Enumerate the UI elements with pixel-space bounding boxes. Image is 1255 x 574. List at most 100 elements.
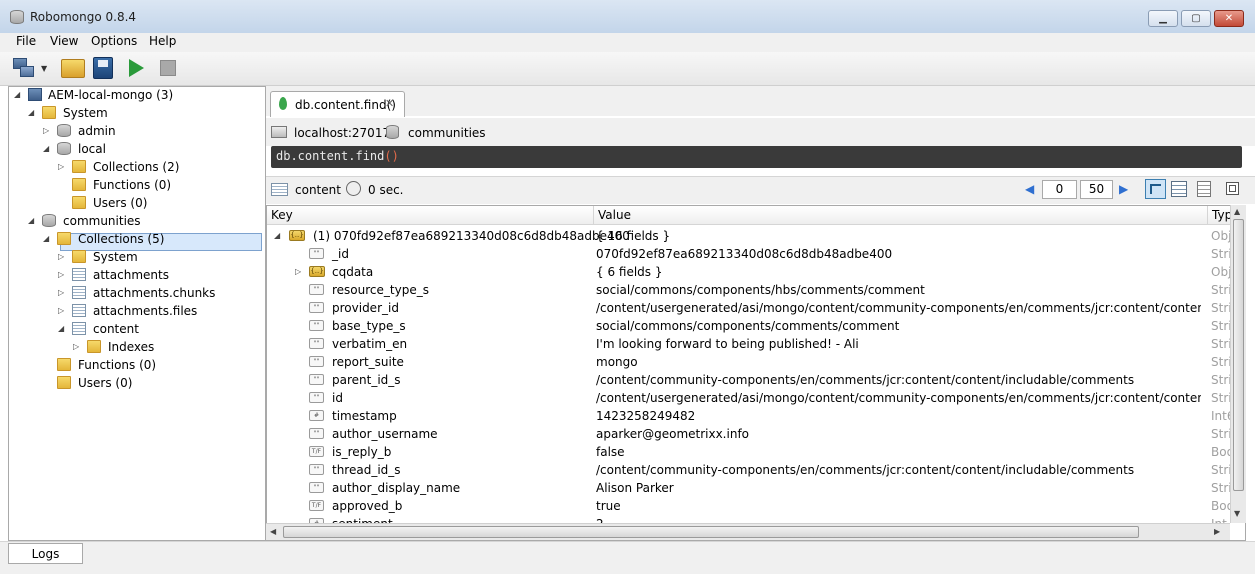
collapsed-arrow-icon[interactable]: ▷	[58, 158, 64, 176]
collection-icon	[72, 268, 86, 281]
table-row[interactable]: "" _id 070fd92ef87ea689213340d08c6d8db48…	[267, 245, 1245, 263]
tree-label: AEM-local-mongo (3)	[48, 88, 174, 102]
maximize-button[interactable]: ▢	[1181, 10, 1211, 27]
folder-icon	[72, 196, 86, 209]
table-row[interactable]: "" verbatim_en I'm looking forward to be…	[267, 335, 1245, 353]
row-value: aparker@geometrixx.info	[596, 427, 750, 441]
object-icon: {..}	[289, 230, 305, 241]
table-row[interactable]: ◢ {..} (1) 070fd92ef87ea689213340d08c6d8…	[267, 227, 1245, 245]
row-key: cqdata	[332, 265, 374, 279]
table-row[interactable]: "" author_display_name Alison Parker Str…	[267, 479, 1245, 497]
string-icon: ""	[309, 302, 324, 313]
scroll-left-icon[interactable]: ◀	[270, 527, 276, 536]
vertical-scroll-thumb[interactable]	[1233, 219, 1244, 491]
string-icon: ""	[309, 482, 324, 493]
tree-label: attachments.files	[93, 304, 198, 318]
expanded-arrow-icon[interactable]: ◢	[28, 104, 34, 122]
row-key: parent_id_s	[332, 373, 401, 387]
database-label: communities	[408, 126, 486, 140]
table-row[interactable]: "" parent_id_s /content/community-compon…	[267, 371, 1245, 389]
clock-icon	[346, 181, 361, 196]
table-row[interactable]: "" thread_id_s /content/community-compon…	[267, 461, 1245, 479]
menu-options[interactable]: Options	[91, 34, 137, 48]
menu-view[interactable]: View	[50, 34, 78, 48]
expanded-arrow-icon[interactable]: ◢	[43, 140, 49, 158]
table-row[interactable]: T/F approved_b true Boo	[267, 497, 1245, 515]
close-button[interactable]: ✕	[1214, 10, 1244, 27]
close-tab-icon[interactable]: ✕	[385, 97, 394, 110]
row-key: id	[332, 391, 343, 405]
folder-icon	[72, 178, 86, 191]
boolean-icon: T/F	[309, 446, 324, 457]
table-row[interactable]: "" provider_id /content/usergenerated/as…	[267, 299, 1245, 317]
table-row[interactable]: "" resource_type_s social/commons/compon…	[267, 281, 1245, 299]
collapsed-arrow-icon[interactable]: ▷	[58, 284, 64, 302]
scroll-down-icon[interactable]: ▼	[1234, 509, 1240, 518]
page-size-input[interactable]: 50	[1080, 180, 1113, 199]
open-folder-icon[interactable]	[61, 59, 85, 78]
scroll-right-icon[interactable]: ▶	[1214, 527, 1220, 536]
tab-bar	[266, 86, 1255, 116]
query-text[interactable]: db.content.find()	[276, 149, 399, 163]
expanded-arrow-icon[interactable]: ◢	[274, 227, 280, 245]
row-value: /content/usergenerated/asi/mongo/content…	[596, 391, 1201, 405]
collapsed-arrow-icon[interactable]: ▷	[295, 263, 301, 281]
horizontal-scrollbar[interactable]: ◀ ▶	[266, 523, 1230, 540]
app-icon	[10, 10, 24, 24]
number-icon: #	[309, 410, 324, 421]
table-row[interactable]: ▷ {..} cqdata { 6 fields } Obj	[267, 263, 1245, 281]
expanded-arrow-icon[interactable]: ◢	[28, 212, 34, 230]
connect-icon[interactable]	[13, 58, 35, 78]
menu-file[interactable]: File	[16, 34, 36, 48]
stop-icon[interactable]	[160, 60, 176, 76]
tree-label: Functions (0)	[93, 178, 172, 192]
collapsed-arrow-icon[interactable]: ▷	[58, 248, 64, 266]
table-row[interactable]: "" report_suite mongo Stri	[267, 353, 1245, 371]
bottom-bar	[0, 541, 1255, 574]
title-bar	[0, 0, 1255, 34]
collapsed-arrow-icon[interactable]: ▷	[58, 302, 64, 320]
horizontal-scroll-thumb[interactable]	[283, 526, 1139, 538]
collapsed-arrow-icon[interactable]: ▷	[58, 266, 64, 284]
query-tab[interactable]: db.content.find() ✕	[270, 91, 405, 117]
vertical-scrollbar[interactable]: ▲ ▼	[1230, 205, 1246, 523]
page-next-icon[interactable]: ▶	[1119, 182, 1128, 196]
collection-icon	[271, 183, 288, 196]
save-icon[interactable]	[93, 57, 113, 79]
expanded-arrow-icon[interactable]: ◢	[14, 86, 20, 104]
query-function: db.content.find	[276, 149, 385, 163]
table-view-icon[interactable]	[1171, 181, 1187, 197]
database-icon	[42, 214, 56, 227]
collapsed-arrow-icon[interactable]: ▷	[43, 122, 49, 140]
folder-icon	[42, 106, 56, 119]
text-view-icon[interactable]	[1197, 181, 1211, 197]
row-key: is_reply_b	[332, 445, 392, 459]
menu-help[interactable]: Help	[149, 34, 176, 48]
table-row[interactable]: "" author_username aparker@geometrixx.in…	[267, 425, 1245, 443]
toolbar: ▼	[0, 52, 1255, 86]
page-prev-icon[interactable]: ◀	[1025, 182, 1034, 196]
chevron-down-icon[interactable]: ▼	[41, 64, 47, 73]
logs-tab[interactable]: Logs	[8, 543, 83, 564]
table-row[interactable]: T/F is_reply_b false Boo	[267, 443, 1245, 461]
table-row[interactable]: "" id /content/usergenerated/asi/mongo/c…	[267, 389, 1245, 407]
row-key: thread_id_s	[332, 463, 401, 477]
string-icon: ""	[309, 338, 324, 349]
folder-icon	[57, 232, 71, 245]
minimize-button[interactable]: ▁	[1148, 10, 1178, 27]
column-header-key[interactable]: Key	[267, 206, 594, 225]
column-header-value[interactable]: Value	[594, 206, 1208, 225]
table-row[interactable]: # timestamp 1423258249482 Int6	[267, 407, 1245, 425]
query-editor[interactable]	[271, 146, 1242, 168]
string-icon: ""	[309, 320, 324, 331]
page-start-input[interactable]: 0	[1042, 180, 1077, 199]
expanded-arrow-icon[interactable]: ◢	[43, 230, 49, 248]
table-row[interactable]: "" base_type_s social/commons/components…	[267, 317, 1245, 335]
maximize-panel-icon[interactable]	[1226, 182, 1239, 195]
scroll-up-icon[interactable]: ▲	[1234, 207, 1240, 216]
expanded-arrow-icon[interactable]: ◢	[58, 320, 64, 338]
collapsed-arrow-icon[interactable]: ▷	[73, 338, 79, 356]
tree-view-icon[interactable]	[1145, 179, 1166, 199]
execute-icon[interactable]	[129, 59, 144, 77]
row-key: resource_type_s	[332, 283, 429, 297]
